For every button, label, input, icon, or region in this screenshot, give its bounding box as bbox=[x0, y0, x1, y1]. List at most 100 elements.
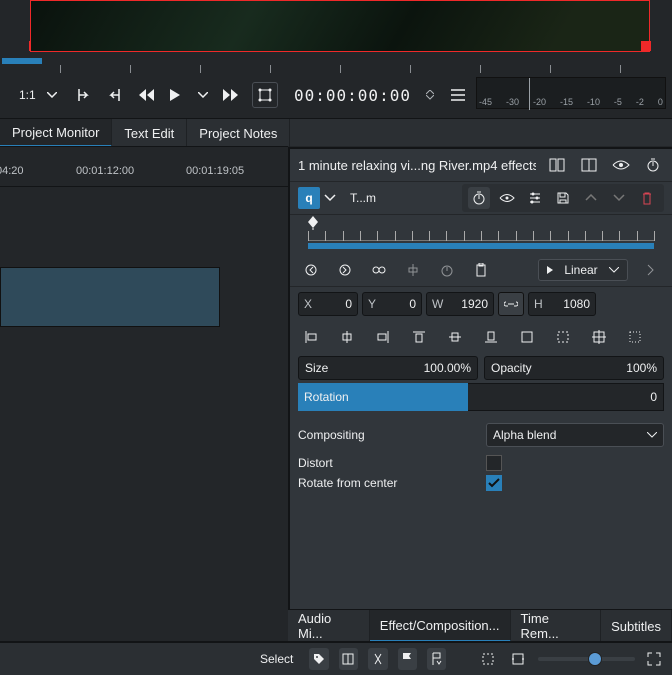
size-field[interactable]: Size100.00% bbox=[298, 356, 478, 380]
tab-project-monitor[interactable]: Project Monitor bbox=[0, 119, 112, 147]
y-field[interactable]: Y0 bbox=[362, 292, 422, 316]
kf-add-button[interactable] bbox=[334, 259, 356, 281]
rewind-button[interactable] bbox=[134, 82, 160, 108]
kf-center-button[interactable] bbox=[402, 259, 424, 281]
kf-prev-button[interactable] bbox=[300, 259, 322, 281]
flag-button[interactable] bbox=[398, 648, 417, 670]
align-right-button[interactable] bbox=[372, 326, 394, 348]
copy-icon bbox=[440, 263, 454, 277]
effect-settings-button[interactable] bbox=[524, 187, 546, 209]
effect-delete-button[interactable] bbox=[636, 187, 658, 209]
w-field[interactable]: W1920 bbox=[426, 292, 494, 316]
scale-selector[interactable]: 1:1 bbox=[12, 82, 64, 108]
kf-paste-button[interactable] bbox=[470, 259, 492, 281]
align-hcenter-button[interactable] bbox=[336, 326, 358, 348]
timeline-ruler[interactable]: 04:20 00:01:12:00 00:01:19:05 bbox=[0, 147, 288, 187]
tab-time-remap[interactable]: Time Rem... bbox=[511, 610, 602, 642]
effect-expand[interactable] bbox=[324, 194, 342, 202]
kf-next-button[interactable] bbox=[368, 259, 390, 281]
rotation-slider[interactable]: Rotation 0 bbox=[298, 383, 664, 411]
keyframe-playhead[interactable] bbox=[307, 216, 319, 230]
video-frame[interactable] bbox=[30, 0, 650, 52]
fit-button[interactable] bbox=[252, 82, 278, 108]
insert-button[interactable] bbox=[339, 648, 358, 670]
fit-size-button[interactable] bbox=[516, 326, 538, 348]
move-down-button[interactable] bbox=[608, 187, 630, 209]
interpolation-select[interactable]: Linear bbox=[538, 259, 628, 281]
audio-clip[interactable] bbox=[0, 267, 220, 327]
tab-project-notes[interactable]: Project Notes bbox=[187, 119, 290, 147]
kf-next-icon bbox=[372, 263, 386, 277]
timecode-display[interactable]: 00:00:00:00 bbox=[294, 86, 411, 105]
h-field[interactable]: H1080 bbox=[528, 292, 596, 316]
tag-icon bbox=[312, 652, 326, 666]
opacity-field[interactable]: Opacity100% bbox=[484, 356, 664, 380]
align-top-button[interactable] bbox=[408, 326, 430, 348]
monitor-ruler[interactable] bbox=[0, 55, 672, 75]
effect-badge[interactable]: q bbox=[298, 187, 320, 209]
timecode-stepper[interactable] bbox=[417, 82, 443, 108]
rotate-center-label: Rotate from center bbox=[298, 476, 478, 490]
original-size-button[interactable] bbox=[624, 326, 646, 348]
keyframe-toggle-button[interactable] bbox=[468, 187, 490, 209]
align-left-button[interactable] bbox=[300, 326, 322, 348]
check-icon bbox=[488, 478, 500, 488]
align-vcenter-button[interactable] bbox=[444, 326, 466, 348]
tab-subtitles[interactable]: Subtitles bbox=[601, 610, 672, 642]
compare-button[interactable] bbox=[578, 154, 600, 176]
overwrite-button[interactable] bbox=[368, 648, 387, 670]
zoom-fit-icon bbox=[511, 652, 525, 666]
play-button[interactable] bbox=[162, 82, 188, 108]
transform-row: X0 Y0 W1920 H1080 bbox=[290, 287, 672, 321]
align-bottom-button[interactable] bbox=[480, 326, 502, 348]
zone-in-icon bbox=[77, 88, 93, 102]
zoom-slider[interactable] bbox=[538, 657, 635, 661]
snap-button[interactable] bbox=[479, 648, 498, 670]
effect-visible-button[interactable] bbox=[496, 187, 518, 209]
stopwatch-button[interactable] bbox=[642, 154, 664, 176]
tab-audio-mixer[interactable]: Audio Mi... bbox=[288, 610, 370, 642]
split-view-button[interactable] bbox=[546, 154, 568, 176]
distort-checkbox[interactable] bbox=[486, 455, 502, 471]
size-opacity-row: Size100.00% Opacity100% bbox=[290, 353, 672, 383]
forward-button[interactable] bbox=[218, 82, 244, 108]
compositing-select[interactable]: Alpha blend bbox=[486, 423, 664, 447]
tool-select-label[interactable]: Select bbox=[260, 652, 293, 666]
kf-copy-button[interactable] bbox=[436, 259, 458, 281]
zone-out-icon bbox=[105, 88, 121, 102]
tab-text-edit[interactable]: Text Edit bbox=[112, 119, 187, 147]
tag-button[interactable] bbox=[309, 648, 328, 670]
rotate-center-checkbox[interactable] bbox=[486, 475, 502, 491]
x-field[interactable]: X0 bbox=[298, 292, 358, 316]
expand-icon bbox=[647, 652, 661, 666]
forward-icon bbox=[222, 88, 240, 102]
tab-effect-composition[interactable]: Effect/Composition... bbox=[370, 610, 511, 642]
expand-button[interactable] bbox=[645, 648, 664, 670]
play-options-button[interactable] bbox=[190, 82, 216, 108]
timeline-body[interactable] bbox=[0, 187, 288, 487]
align-hcenter-icon bbox=[340, 330, 354, 344]
timeline-tick: 00:01:12:00 bbox=[76, 165, 134, 177]
rotation-label: Rotation bbox=[298, 383, 468, 411]
kf-prev-icon bbox=[304, 263, 318, 277]
compare-icon bbox=[581, 158, 597, 172]
compositing-value: Alpha blend bbox=[493, 428, 556, 442]
kf-add-icon bbox=[338, 263, 352, 277]
fit-width-button[interactable] bbox=[552, 326, 574, 348]
zoom-fit-button[interactable] bbox=[508, 648, 527, 670]
video-preview bbox=[31, 1, 649, 51]
effect-save-button[interactable] bbox=[552, 187, 574, 209]
zone-in-button[interactable] bbox=[72, 82, 98, 108]
kf-more-button[interactable] bbox=[640, 259, 662, 281]
flag-down-button[interactable] bbox=[427, 648, 446, 670]
fit-height-button[interactable] bbox=[588, 326, 610, 348]
zone-out-button[interactable] bbox=[100, 82, 126, 108]
link-aspect-button[interactable] bbox=[498, 292, 524, 316]
eye-button[interactable] bbox=[610, 154, 632, 176]
audio-meter[interactable]: -45-30-20-15-10-5-20 bbox=[476, 77, 666, 109]
zoom-handle[interactable] bbox=[588, 652, 602, 666]
keyframe-timeline[interactable] bbox=[290, 215, 672, 253]
move-up-button[interactable] bbox=[580, 187, 602, 209]
hamburger-button[interactable] bbox=[445, 82, 471, 108]
keyframe-toolbar: Linear bbox=[290, 253, 672, 287]
